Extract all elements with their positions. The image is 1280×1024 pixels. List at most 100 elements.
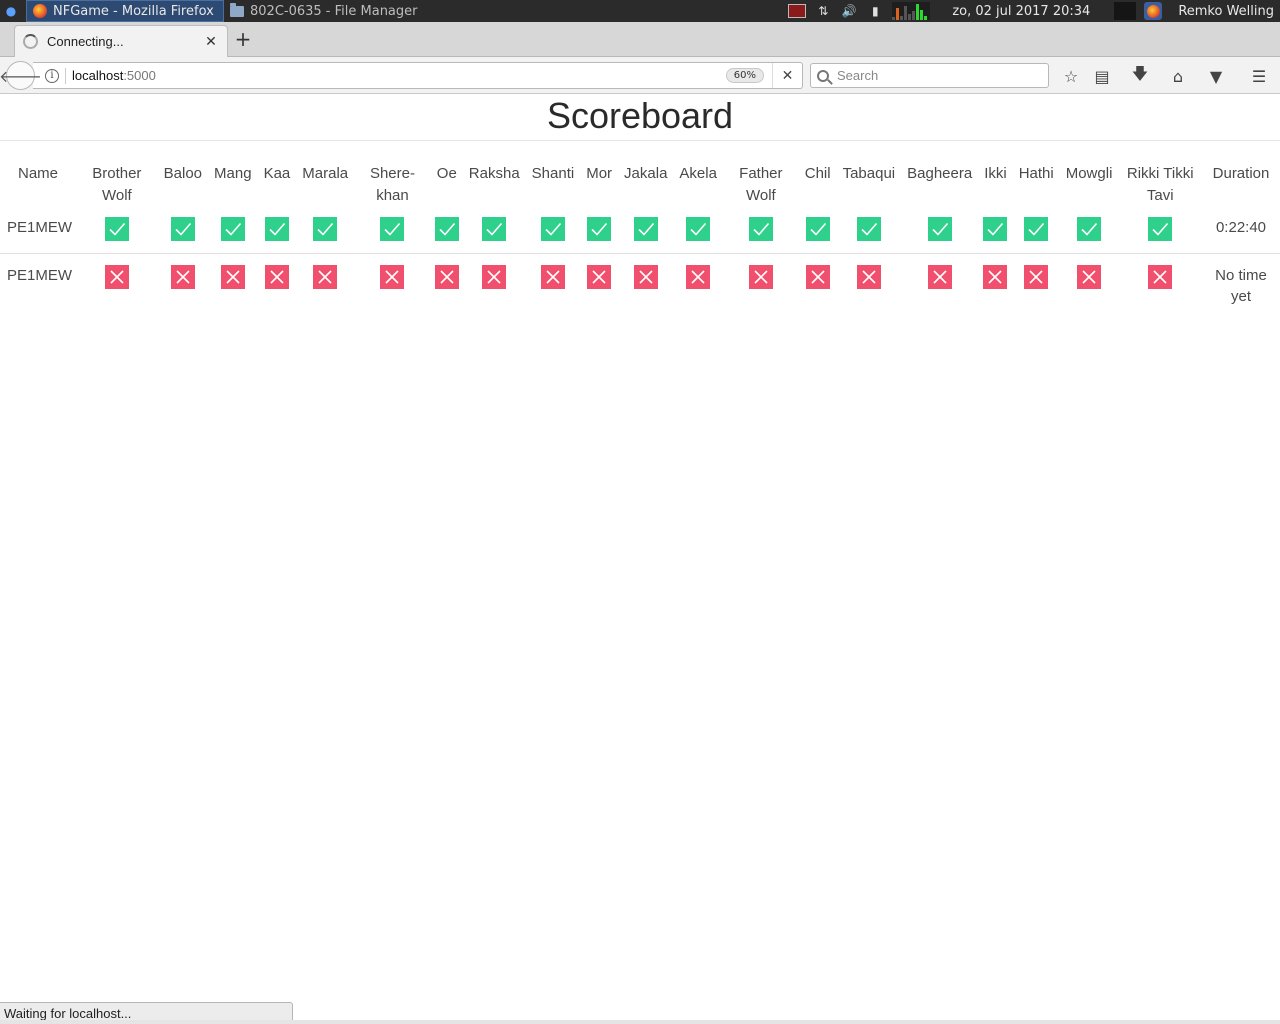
checkmark-icon [856, 217, 881, 241]
checkmark-icon [587, 217, 612, 241]
checkmark-icon [983, 217, 1008, 241]
close-icon[interactable]: ✕ [203, 34, 219, 50]
column-header: Chil [804, 165, 831, 182]
cross-icon [856, 264, 881, 289]
score-cell [462, 252, 526, 315]
column-header: Ikki [984, 165, 1007, 182]
column-header: Shanti [531, 165, 575, 182]
score-cell [798, 252, 837, 315]
checkmark-icon [104, 217, 129, 241]
network-icon[interactable]: ⇅ [814, 3, 832, 19]
home-icon[interactable]: ⌂ [1165, 63, 1191, 89]
hamburger-menu-icon[interactable]: ☰ [1246, 63, 1272, 89]
column-header: Hathi [1018, 165, 1054, 182]
cross-icon [983, 264, 1008, 289]
score-cell [978, 209, 1013, 253]
column-header: Oe [436, 165, 457, 182]
browser-tab-strip: Connecting... ✕ + [0, 22, 1280, 57]
desktop-panel: ● NFGame - Mozilla Firefox 802C-0635 - F… [0, 0, 1280, 22]
score-cell [901, 209, 978, 253]
column-header: Father Wolf [739, 165, 783, 204]
player-name: PE1MEW [7, 219, 73, 236]
taskbar-item-label: NFGame - Mozilla Firefox [53, 3, 214, 19]
score-cell [208, 209, 258, 253]
score-cell [722, 252, 799, 315]
checkmark-icon [170, 217, 195, 241]
score-cell [526, 209, 581, 253]
pocket-icon[interactable]: ▼ [1203, 63, 1229, 89]
duration-cell: 0:22:40 [1215, 219, 1267, 236]
bookmark-star-icon[interactable]: ☆ [1058, 63, 1084, 89]
score-cell [296, 209, 354, 253]
taskbar-item-firefox[interactable]: NFGame - Mozilla Firefox [26, 0, 224, 22]
back-arrow-icon[interactable]: 🡐 [0, 61, 42, 90]
cross-icon [587, 264, 612, 289]
score-cell [431, 209, 463, 253]
score-cell [1118, 209, 1202, 253]
cross-icon [748, 264, 773, 289]
score-cell [354, 252, 431, 315]
score-cell [673, 252, 723, 315]
new-tab-button[interactable]: + [233, 29, 253, 50]
cross-icon [380, 264, 405, 289]
score-cell [580, 209, 618, 253]
search-icon [817, 69, 829, 82]
column-header: Mang [214, 165, 252, 182]
score-cell [430, 252, 463, 315]
column-header: Rikki Tikki Tavi [1126, 165, 1194, 204]
score-cell [463, 209, 526, 253]
column-header: Mowgli [1065, 165, 1113, 182]
column-header: Bagheera [907, 165, 973, 182]
battery-icon[interactable]: ▮ [866, 3, 884, 19]
download-icon[interactable]: 🡇 [1127, 63, 1153, 89]
search-input[interactable] [837, 68, 1037, 83]
screenshot-tray-icon[interactable] [788, 3, 807, 19]
taskbar-item-file-manager[interactable]: 802C-0635 - File Manager [224, 0, 424, 22]
firefox-tray-icon[interactable] [1144, 2, 1163, 20]
score-cell [1013, 209, 1060, 253]
cross-icon [104, 264, 129, 289]
url-host: localhost [72, 68, 124, 83]
cross-icon [434, 264, 459, 289]
reading-list-icon[interactable]: ▤ [1089, 63, 1115, 89]
checkmark-icon [434, 217, 459, 241]
table-row: PE1MEW No time yet [0, 252, 1280, 315]
checkmark-icon [380, 217, 405, 241]
score-cell [837, 209, 902, 253]
score-cell [618, 252, 674, 315]
table-header-row: Name Brother Wolf Baloo Mang Kaa Marala Shere-… [0, 157, 1280, 209]
stop-button[interactable]: ✕ [772, 63, 802, 88]
navigation-bar: i localhost:5000 60% ✕ 🡐 ☆ ▤ 🡇 ⌂ ▼ ☰ [0, 57, 1280, 94]
score-cell [799, 209, 837, 253]
score-cell [901, 252, 979, 315]
info-icon[interactable]: i [45, 68, 59, 83]
page-title: Scoreboard [0, 95, 1280, 141]
browser-tab[interactable]: Connecting... ✕ [14, 25, 228, 57]
column-header: Raksha [468, 165, 520, 182]
app-menu-icon[interactable]: ● [0, 0, 22, 22]
cross-icon [1024, 264, 1049, 289]
score-cell [258, 209, 297, 253]
cross-icon [686, 264, 711, 289]
username[interactable]: Remko Welling [1178, 4, 1274, 19]
checkmark-icon [540, 217, 565, 241]
system-tray: ⇅ 🔊 ▮ zo, 02 jul 2017 20:34 Remko Wellin… [788, 0, 1280, 22]
url-bar[interactable]: i localhost:5000 60% ✕ [33, 62, 803, 89]
cross-icon [1077, 264, 1102, 289]
cross-icon [482, 264, 507, 289]
score-cell [525, 252, 581, 315]
score-cell [1060, 209, 1119, 253]
search-bar[interactable] [810, 63, 1049, 88]
zoom-indicator[interactable]: 60% [725, 68, 764, 83]
cross-icon [927, 264, 952, 289]
url-port: :5000 [123, 68, 156, 83]
scoreboard-table: Name Brother Wolf Baloo Mang Kaa Marala Shere-… [0, 157, 1280, 315]
cpu-graph-icon [892, 2, 931, 20]
score-cell [1059, 252, 1119, 315]
clock[interactable]: zo, 02 jul 2017 20:34 [952, 4, 1090, 19]
window-bottom-edge [0, 1020, 1280, 1024]
table-body: PE1MEW 0:22:40 PE1MEW No time yet [0, 209, 1280, 315]
checkmark-icon [482, 217, 507, 241]
column-header: Baloo [163, 165, 203, 182]
volume-icon[interactable]: 🔊 [840, 3, 858, 19]
